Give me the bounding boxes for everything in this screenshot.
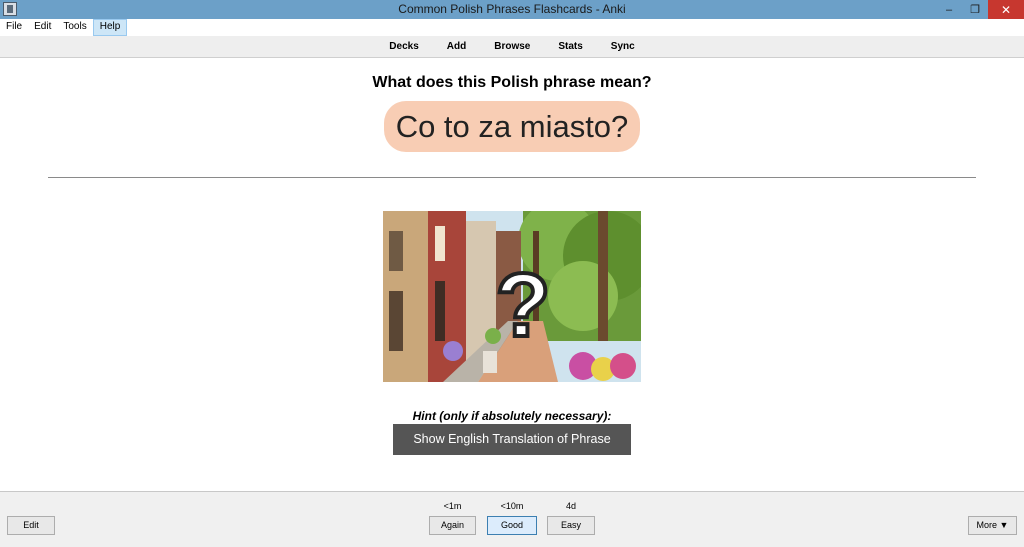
menu-file[interactable]: File <box>0 19 28 36</box>
toolbar-stats[interactable]: Stats <box>544 41 596 52</box>
edit-button[interactable]: Edit <box>7 516 55 535</box>
hint-label: Hint (only if absolutely necessary): <box>412 409 612 423</box>
card-divider <box>48 177 976 178</box>
polish-phrase: Co to za miasto? <box>384 101 640 152</box>
menu-help[interactable]: Help <box>92 19 128 36</box>
card-question: What does this Polish phrase mean? <box>372 74 652 91</box>
show-translation-button[interactable]: Show English Translation of Phrase <box>393 424 631 455</box>
window-title: Common Polish Phrases Flashcards - Anki <box>398 2 626 16</box>
good-interval: <10m <box>500 501 524 511</box>
again-button[interactable]: Again <box>429 516 476 535</box>
easy-interval: 4d <box>565 501 576 511</box>
minimize-icon[interactable]: – <box>936 0 962 19</box>
toolbar-decks[interactable]: Decks <box>375 41 432 52</box>
street-scene-image: ? <box>383 211 641 382</box>
good-button[interactable]: Good <box>487 516 537 535</box>
more-button[interactable]: More ▼ <box>968 516 1017 535</box>
toolbar-add[interactable]: Add <box>433 41 480 52</box>
menu-tools[interactable]: Tools <box>57 19 92 36</box>
main-toolbar: Decks Add Browse Stats Sync <box>0 36 1024 58</box>
restore-icon[interactable]: ❐ <box>962 0 988 19</box>
again-interval: <1m <box>443 501 462 511</box>
svg-text:?: ? <box>496 256 551 356</box>
easy-button[interactable]: Easy <box>547 516 595 535</box>
menu-bar: File Edit Tools Help <box>0 19 1024 36</box>
close-icon[interactable]: ✕ <box>988 0 1024 19</box>
toolbar-browse[interactable]: Browse <box>480 41 544 52</box>
title-bar: Common Polish Phrases Flashcards - Anki … <box>0 0 1024 19</box>
toolbar-sync[interactable]: Sync <box>597 41 649 52</box>
answer-bar: Edit <1m <10m 4d Again Good Easy More ▼ <box>0 491 1024 547</box>
menu-edit[interactable]: Edit <box>28 19 57 36</box>
